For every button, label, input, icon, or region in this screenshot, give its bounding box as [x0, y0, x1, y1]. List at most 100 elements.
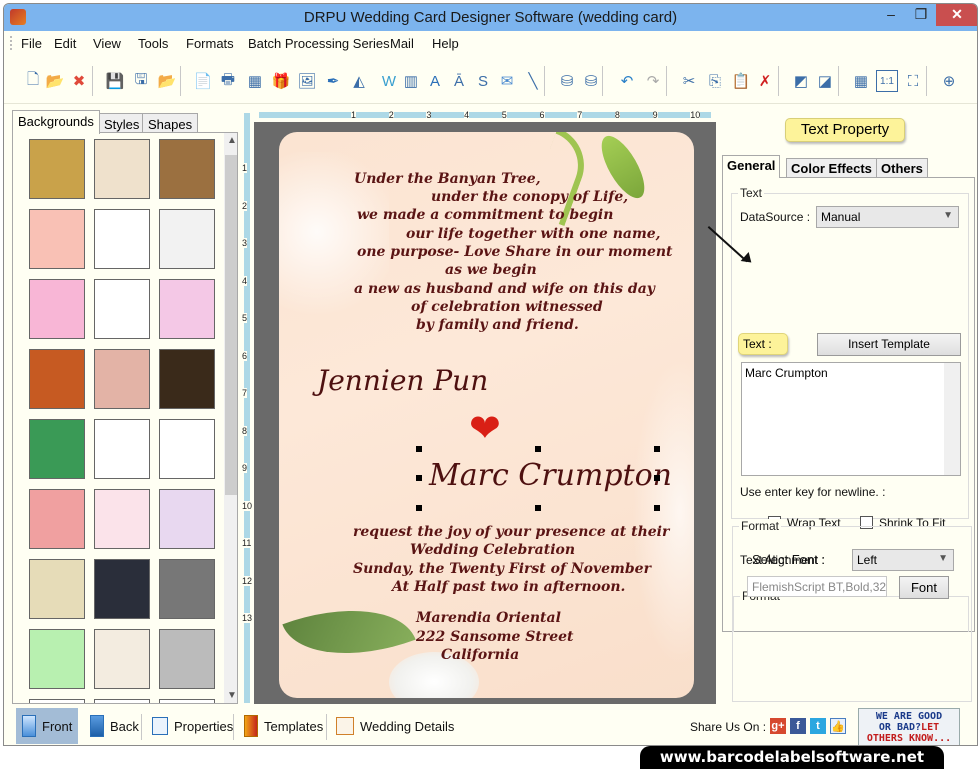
close-button[interactable]: ✕	[936, 4, 977, 26]
menu-tools[interactable]: Tools	[138, 36, 168, 51]
groom-name-selected[interactable]: Marc Crumpton	[429, 458, 672, 493]
new-icon[interactable]: 🗋	[22, 70, 44, 92]
print-icon[interactable]: 🖶	[217, 70, 239, 92]
save-icon[interactable]: 💾	[104, 70, 126, 92]
signature-icon[interactable]: ✒	[322, 70, 344, 92]
twitter-icon[interactable]: t	[810, 718, 826, 734]
properties-icon[interactable]: 📄	[192, 70, 214, 92]
tab-others[interactable]: Others	[876, 158, 928, 178]
tab-color-effects[interactable]: Color Effects	[786, 158, 877, 178]
background-thumbnail-golden-butterflies[interactable]	[29, 139, 85, 199]
cut-icon[interactable]: ✂	[678, 70, 700, 92]
menu-formats[interactable]: Formats	[186, 36, 234, 51]
undo-icon[interactable]: ↶	[616, 70, 638, 92]
resize-handle[interactable]	[654, 475, 660, 481]
menu-edit[interactable]: Edit	[54, 36, 76, 51]
background-thumbnail[interactable]	[159, 699, 215, 703]
line-icon[interactable]: ╲	[522, 70, 544, 92]
background-thumbnail-wood-pattern[interactable]	[159, 139, 215, 199]
background-thumbnail-couples[interactable]	[94, 279, 150, 339]
background-thumbnail-pink-swirls[interactable]	[159, 279, 215, 339]
scroll-down-icon[interactable]: ▼	[224, 690, 237, 701]
insert-template-button[interactable]: Insert Template	[817, 333, 961, 356]
wedding-details-button[interactable]: Wedding Details	[332, 708, 458, 744]
background-thumbnail-green-floral[interactable]	[29, 629, 85, 689]
background-thumbnail-ganesha-elephant[interactable]	[94, 349, 150, 409]
background-thumbnail-floral-dark[interactable]	[94, 559, 150, 619]
paste-icon[interactable]: 📋	[730, 70, 752, 92]
fit-window-icon[interactable]: ⛶	[902, 70, 924, 92]
actual-size-icon[interactable]: 1:1	[876, 70, 898, 92]
background-thumbnail-red-hearts[interactable]	[29, 489, 85, 549]
tab-general[interactable]: General	[722, 155, 781, 178]
tab-backgrounds[interactable]: Backgrounds	[12, 110, 100, 134]
background-thumbnail-pink-flowers[interactable]	[29, 209, 85, 269]
background-thumbnail-gray-lace[interactable]	[159, 559, 215, 619]
scroll-up-icon[interactable]: ▲	[224, 135, 237, 146]
background-thumbnail-pink-hearts[interactable]	[29, 279, 85, 339]
resize-handle[interactable]	[535, 446, 541, 452]
text-input[interactable]: Marc Crumpton	[741, 362, 961, 476]
restore-button[interactable]: ❐	[906, 4, 936, 26]
gift-icon[interactable]: 🎁	[270, 70, 292, 92]
minimize-button[interactable]: –	[876, 4, 906, 26]
menu-mail[interactable]: Mail	[390, 36, 414, 51]
delete-icon[interactable]: ✗	[754, 70, 776, 92]
background-thumbnail-mandala[interactable]	[159, 489, 215, 549]
resize-handle[interactable]	[535, 505, 541, 511]
background-thumbnail-paisley-lace[interactable]	[94, 139, 150, 199]
background-thumbnail-white-rose-rings[interactable]	[29, 559, 85, 619]
tab-shapes[interactable]: Shapes	[142, 113, 199, 134]
like-icon[interactable]: 👍	[830, 718, 846, 734]
front-button[interactable]: Front	[16, 708, 79, 744]
grid-icon[interactable]: ▦	[850, 70, 872, 92]
background-thumbnail-ganesha-leaf[interactable]	[29, 419, 85, 479]
resize-handle[interactable]	[416, 446, 422, 452]
resize-handle[interactable]	[654, 505, 660, 511]
resize-handle[interactable]	[416, 475, 422, 481]
database-icon[interactable]: ⛁	[580, 70, 602, 92]
properties-button[interactable]: Properties	[148, 708, 237, 744]
gallery-scrollbar[interactable]: ▲ ▼	[224, 133, 237, 703]
background-icon[interactable]: ▦	[244, 70, 266, 92]
datasource-select[interactable]: Manual ▼	[816, 206, 959, 228]
menu-view[interactable]: View	[93, 36, 121, 51]
shape-icon[interactable]: ◭	[348, 70, 370, 92]
tab-styles[interactable]: Styles	[98, 113, 146, 134]
hearts-icon[interactable]: ❤	[469, 410, 501, 448]
open-icon[interactable]: 📂	[44, 70, 66, 92]
export-icon[interactable]: 📂	[156, 70, 178, 92]
background-thumbnail-wedding-mandap[interactable]	[159, 209, 215, 269]
back-button[interactable]: Back	[86, 708, 143, 744]
feedback-banner[interactable]: WE ARE GOOD OR BAD?LET OTHERS KNOW...	[858, 708, 960, 745]
barcode-icon[interactable]: ▥	[400, 70, 422, 92]
save-as-icon[interactable]: 🖫	[130, 70, 152, 92]
bride-name[interactable]: Jennien Pun	[317, 364, 488, 397]
close-file-icon[interactable]: ✖	[68, 70, 90, 92]
watermark-icon[interactable]: W	[378, 70, 400, 92]
background-thumbnail-floral-black[interactable]	[159, 349, 215, 409]
font-field[interactable]: FlemishScript BT,Bold,32.25	[747, 576, 887, 597]
bring-front-icon[interactable]: ◩	[790, 70, 812, 92]
word-art-icon[interactable]: Ā	[448, 70, 470, 92]
design-canvas[interactable]: Under the Banyan Tree, under the conopy …	[254, 122, 716, 704]
website-banner[interactable]: www.barcodelabelsoftware.net	[640, 746, 944, 769]
facebook-icon[interactable]: f	[790, 718, 806, 734]
copy-icon[interactable]: ⎘	[704, 70, 726, 92]
background-thumbnail-beige-floral[interactable]	[94, 629, 150, 689]
zoom-in-icon[interactable]: ⊕	[938, 70, 960, 92]
wedding-card[interactable]: Under the Banyan Tree, under the conopy …	[279, 132, 694, 698]
background-thumbnail[interactable]	[29, 699, 85, 703]
background-thumbnail-pink-lace[interactable]	[94, 489, 150, 549]
background-thumbnail-ganesha-orange[interactable]	[29, 349, 85, 409]
background-thumbnail-bw-lace[interactable]	[159, 629, 215, 689]
background-thumbnail[interactable]	[94, 699, 150, 703]
templates-button[interactable]: Templates	[240, 708, 327, 744]
redo-icon[interactable]: ↷	[642, 70, 664, 92]
menu-help[interactable]: Help	[432, 36, 459, 51]
scroll-thumb[interactable]	[225, 155, 237, 495]
menu-file[interactable]: File	[21, 36, 42, 51]
background-thumbnail-crescent-star[interactable]	[159, 419, 215, 479]
database-add-icon[interactable]: ⛁	[556, 70, 578, 92]
symbol-icon[interactable]: S	[472, 70, 494, 92]
